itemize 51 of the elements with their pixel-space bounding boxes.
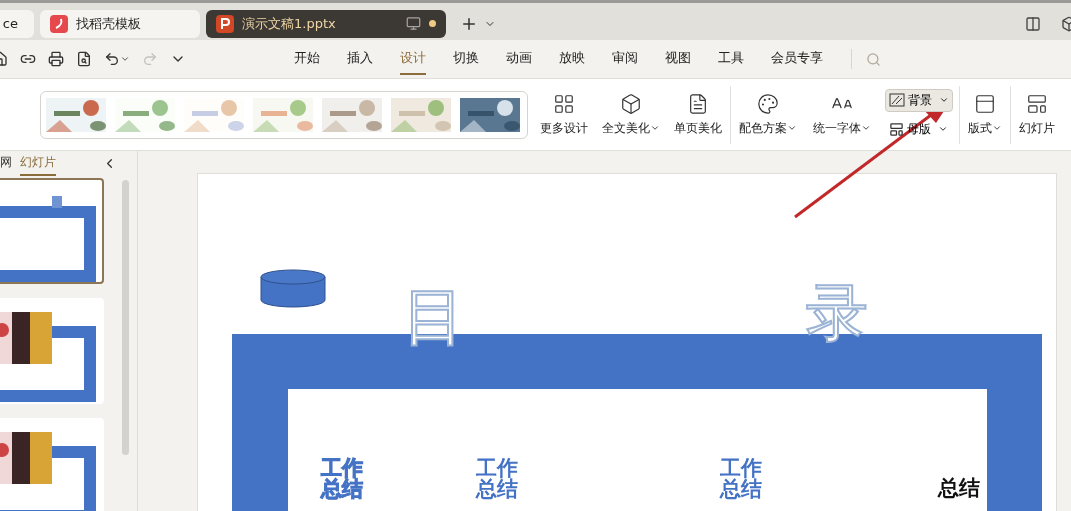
ribbon-button[interactable]: 配色方案 (737, 90, 799, 139)
layout-icon (974, 92, 996, 115)
print-preview-icon[interactable] (76, 51, 92, 67)
ribbon-tab[interactable]: 会员专享 (771, 43, 823, 75)
document-tab[interactable]: 演示文稿1.pptx (206, 9, 446, 38)
ribbon-tab[interactable]: 设计 (400, 43, 426, 75)
slides-icon (1026, 92, 1048, 115)
master-icon (889, 121, 904, 137)
cube-icon (620, 92, 642, 115)
ribbon-tab[interactable]: 动画 (506, 43, 532, 75)
slide-text: 工作 总结 (476, 457, 518, 499)
ribbon-tab[interactable]: 放映 (559, 43, 585, 75)
ribbon-button[interactable]: 更多设计 (538, 90, 590, 139)
ribbon-button[interactable]: 全文美化 (600, 90, 662, 139)
ribbon-tab[interactable]: 工具 (718, 43, 744, 75)
panel-tab[interactable]: 网 (0, 151, 12, 176)
panel-tab[interactable]: 幻灯片 (20, 151, 56, 176)
background-icon (889, 93, 905, 107)
palette-icon (757, 92, 779, 115)
caret-icon (938, 124, 948, 134)
docer-icon (50, 14, 68, 33)
slide-text: 总结 (938, 477, 980, 498)
grid-icon (553, 92, 575, 115)
ribbon-tab[interactable]: 切换 (453, 43, 479, 75)
ribbon-tab[interactable]: 视图 (665, 43, 691, 75)
slide-title: 目 (403, 286, 465, 348)
slide-text: 工作 总结 (720, 457, 762, 499)
caret-icon (650, 123, 660, 133)
undo-icon[interactable] (104, 51, 130, 67)
caret-icon (939, 95, 949, 105)
ribbon-button[interactable]: 背景 (885, 88, 953, 112)
cylinder-shape (260, 269, 326, 309)
slide-title: 录 (806, 282, 868, 344)
monitor-icon[interactable] (406, 16, 421, 31)
caret-icon (787, 123, 797, 133)
ribbon-button[interactable]: 版式 (966, 90, 1004, 139)
print-icon[interactable] (48, 51, 64, 67)
window-layout-icon[interactable] (1025, 15, 1041, 32)
ribbon-button[interactable]: 幻灯片 (1017, 90, 1057, 139)
scrollbar[interactable] (122, 180, 129, 455)
document-tab[interactable]: 找稻壳模板 (40, 9, 200, 38)
ribbon-button[interactable]: 单页美化 (672, 90, 724, 139)
caret-icon (861, 123, 871, 133)
ribbon-button[interactable]: 统一字体 (811, 90, 873, 139)
ribbon-tab[interactable]: 开始 (294, 43, 320, 75)
ribbon-tab[interactable]: 插入 (347, 43, 373, 75)
slide-text: 工作 总结 (321, 457, 363, 499)
ribbon-tab[interactable]: 审阅 (612, 43, 638, 75)
presentation-file-icon (216, 14, 234, 33)
caret-icon (992, 123, 1002, 133)
document-tab[interactable]: ce (0, 9, 34, 38)
